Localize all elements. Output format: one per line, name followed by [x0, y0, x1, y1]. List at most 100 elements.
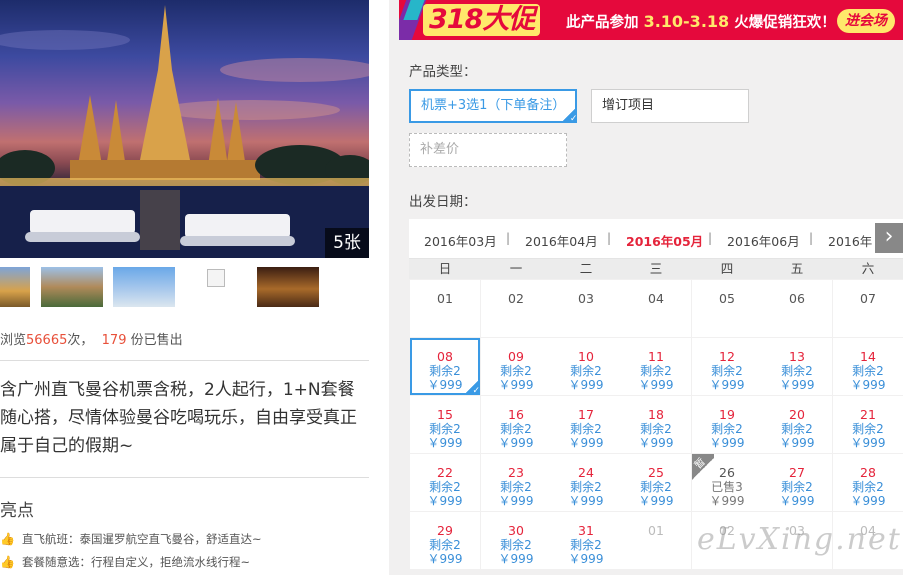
calendar-day[interactable]: 22 剩余2 ￥999: [410, 454, 480, 511]
calendar-day[interactable]: 19 剩余2 ￥999: [692, 396, 762, 453]
weekday-header: 日 一 二 三 四 五 六: [409, 259, 903, 279]
calendar-day: 01: [410, 280, 480, 337]
promo-cta-button[interactable]: 进会场: [837, 9, 895, 33]
highlight-text: 直飞航班：泰国暹罗航空直飞曼谷，舒适直达~: [22, 532, 262, 546]
booking-panel: 318大促 此产品参加 3.10-3.18 火爆促销狂欢！ 进会场 产品类型： …: [389, 0, 903, 575]
day-number: 23: [508, 465, 524, 480]
day-price: ￥999: [850, 436, 886, 450]
calendar-day[interactable]: 29 剩余2 ￥999: [410, 512, 480, 569]
day-number: 02: [508, 291, 524, 306]
calendar-day[interactable]: 10 剩余2 ￥999: [551, 338, 621, 395]
calendar-day[interactable]: 21 剩余2 ￥999: [833, 396, 903, 453]
calendar-day[interactable]: 11 剩余2 ￥999: [621, 338, 691, 395]
thumbnail-4-broken-image-icon[interactable]: [207, 269, 225, 287]
day-number: 04: [648, 291, 664, 306]
calendar-day[interactable]: 18 剩余2 ￥999: [621, 396, 691, 453]
month-tab[interactable]: 2016年03月: [424, 231, 497, 250]
calendar-day[interactable]: 30 剩余2 ￥999: [481, 512, 551, 569]
day-number: 27: [789, 465, 805, 480]
calendar-day[interactable]: 15 剩余2 ￥999: [410, 396, 480, 453]
calendar-day[interactable]: 17 剩余2 ￥999: [551, 396, 621, 453]
product-type-label: 产品类型：: [409, 64, 477, 80]
calendar-day[interactable]: 24 剩余2 ￥999: [551, 454, 621, 511]
next-month-button[interactable]: ›: [875, 223, 903, 253]
day-number: 08: [437, 349, 453, 364]
weekday: 一: [509, 261, 523, 276]
month-tab-active[interactable]: 2016年05月: [626, 231, 703, 250]
day-price: ￥999: [498, 436, 534, 450]
product-type-option-flight-plus[interactable]: 机票+3选1（下单备注）: [409, 89, 578, 125]
day-price: ￥999: [427, 552, 463, 566]
stock-remaining: 剩余2: [711, 422, 743, 436]
month-tab[interactable]: 2016年: [828, 231, 872, 250]
calendar-day[interactable]: 16 剩余2 ￥999: [481, 396, 551, 453]
thumbnail-1[interactable]: [0, 267, 30, 307]
weekday: 四: [720, 261, 734, 276]
option-label: 补差价: [420, 142, 460, 157]
hero-image[interactable]: 5张: [0, 0, 369, 258]
calendar-day[interactable]: 14 剩余2 ￥999: [833, 338, 903, 395]
calendar-day[interactable]: 暂 26 已售3 ￥999: [692, 454, 762, 511]
thumbnail-5[interactable]: [257, 267, 319, 307]
stock-remaining: 剩余2: [429, 480, 461, 494]
thumbnail-3[interactable]: [113, 267, 175, 307]
day-number: 22: [437, 465, 453, 480]
day-price: ￥999: [850, 378, 886, 392]
day-price: ￥999: [779, 436, 815, 450]
day-number: 10: [578, 349, 594, 364]
month-separator: |: [809, 231, 814, 245]
day-number: 24: [578, 465, 594, 480]
calendar-day[interactable]: 12 剩余2 ￥999: [692, 338, 762, 395]
stock-remaining: 剩余2: [570, 538, 602, 552]
stock-remaining: 剩余2: [570, 422, 602, 436]
stock-remaining: 剩余2: [640, 480, 672, 494]
day-price: ￥999: [568, 494, 604, 508]
stock-remaining: 剩余2: [570, 364, 602, 378]
calendar-day[interactable]: 09 剩余2 ￥999: [481, 338, 551, 395]
calendar-day[interactable]: 25 剩余2 ￥999: [621, 454, 691, 511]
product-type-option-price-diff[interactable]: 补差价: [409, 133, 567, 167]
stock-remaining: 剩余2: [500, 364, 532, 378]
day-price: ￥999: [709, 436, 745, 450]
calendar-day[interactable]: 27 剩余2 ￥999: [762, 454, 832, 511]
stock-remaining: 剩余2: [500, 538, 532, 552]
day-number: 20: [789, 407, 805, 422]
month-separator: |: [506, 231, 511, 245]
day-price: ￥999: [498, 378, 534, 392]
promo-banner[interactable]: 318大促 此产品参加 3.10-3.18 火爆促销狂欢！ 进会场: [399, 0, 903, 40]
day-number: 21: [860, 407, 876, 422]
day-price: ￥999: [568, 378, 604, 392]
day-number: 18: [648, 407, 664, 422]
stock-remaining: 剩余2: [781, 364, 813, 378]
day-price: ￥999: [709, 494, 745, 508]
highlight-text: 套餐随意选：行程自定义，拒绝流水线行程~: [22, 555, 251, 569]
stock-remaining: 剩余2: [429, 422, 461, 436]
day-number: 12: [719, 349, 735, 364]
calendar-day[interactable]: 20 剩余2 ￥999: [762, 396, 832, 453]
calendar-day[interactable]: 13 剩余2 ￥999: [762, 338, 832, 395]
stock-remaining: 剩余2: [570, 480, 602, 494]
calendar-day[interactable]: 31 剩余2 ￥999: [551, 512, 621, 569]
day-number: 28: [860, 465, 876, 480]
stock-remaining: 剩余2: [781, 422, 813, 436]
day-number: 05: [719, 291, 735, 306]
month-tabs: 2016年03月 | 2016年04月 | 2016年05月 | 2016年06…: [409, 219, 903, 259]
month-separator: |: [708, 231, 713, 245]
day-number: 11: [648, 349, 664, 364]
day-number: 25: [648, 465, 664, 480]
calendar-day[interactable]: 08 剩余2 ￥999: [410, 338, 480, 397]
month-tab[interactable]: 2016年06月: [727, 231, 800, 250]
day-price: ￥999: [638, 494, 674, 508]
selected-check-icon: [464, 379, 480, 397]
calendar-day[interactable]: 28 剩余2 ￥999: [833, 454, 903, 511]
thumbnail-2[interactable]: [41, 267, 103, 307]
product-type-option-addon[interactable]: 增订项目: [591, 89, 749, 123]
stock-remaining: 剩余2: [500, 422, 532, 436]
day-price: ￥999: [850, 494, 886, 508]
month-tab[interactable]: 2016年04月: [525, 231, 598, 250]
day-number: 29: [437, 523, 453, 538]
stock-remaining: 剩余2: [640, 364, 672, 378]
calendar-day[interactable]: 23 剩余2 ￥999: [481, 454, 551, 511]
calendar-day: 07: [833, 280, 903, 337]
corner-tag: 暂: [692, 454, 714, 484]
